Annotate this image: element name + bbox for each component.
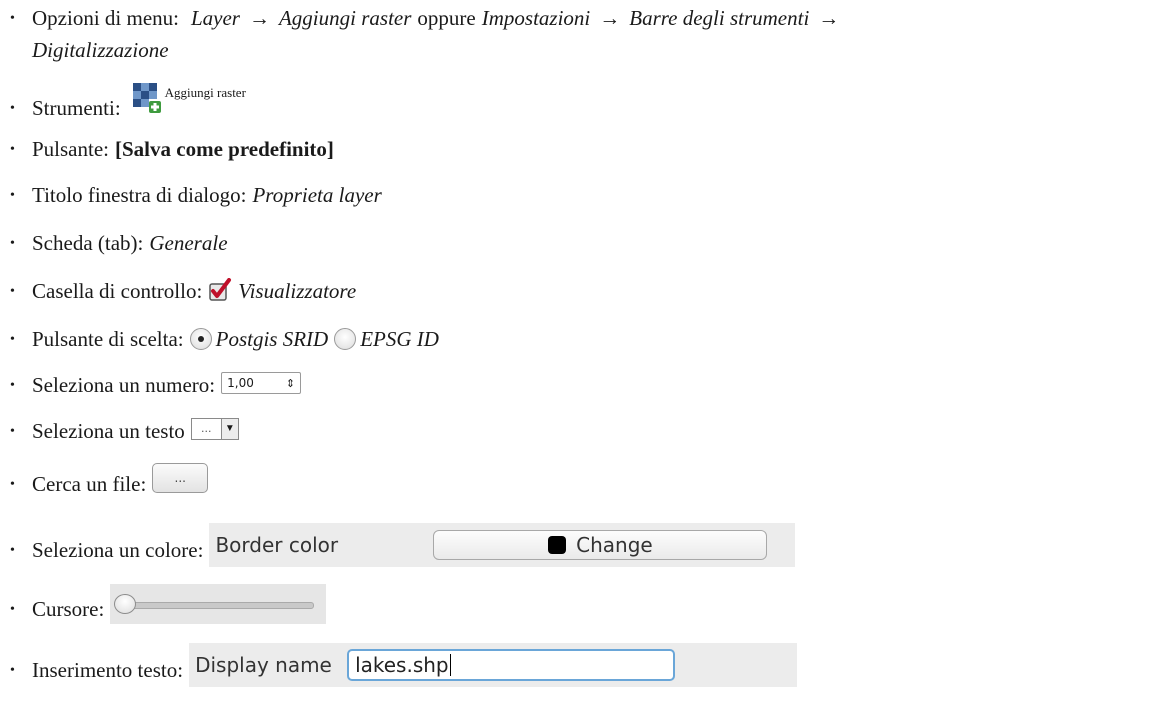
add-raster-icon[interactable]: [127, 81, 161, 115]
change-color-button[interactable]: Change: [433, 530, 768, 560]
number-spinbox[interactable]: 1,00 ⇕: [221, 372, 302, 394]
color-label: Seleziona un colore:: [32, 538, 204, 562]
list-item-file: • Cerca un file: ...: [10, 463, 209, 497]
radio-postgis-srid[interactable]: [189, 328, 212, 350]
radio-option-1: Postgis SRID: [215, 327, 329, 351]
checkbox-text: Visualizzatore: [238, 279, 357, 303]
browse-file-button[interactable]: ...: [152, 463, 209, 493]
radio-epsg-id[interactable]: [334, 328, 357, 350]
arrow: →: [599, 6, 621, 30]
list-item-tools: • Strumenti: Aggiungi raster: [10, 83, 246, 121]
menu-or: oppure: [417, 6, 476, 30]
bullet: •: [10, 602, 15, 617]
dialog-title: Proprieta layer: [252, 183, 382, 207]
save-default-button[interactable]: [Salva come predefinito]: [115, 137, 334, 162]
bullet: •: [10, 284, 15, 299]
color-widget: Border color Change: [209, 523, 796, 567]
list-item-menu-cont: Digitalizzazione: [32, 38, 169, 63]
bullet: •: [10, 11, 15, 26]
list-item-button: • Pulsante: [Salva come predefinito]: [10, 137, 334, 162]
list-item-menu: • Opzioni di menu: Layer → Aggiungi rast…: [10, 6, 848, 31]
slider[interactable]: [110, 584, 327, 624]
display-name-input[interactable]: lakes.shp: [347, 649, 676, 681]
slider-handle[interactable]: [114, 594, 137, 614]
radio-label: Pulsante di scelta:: [32, 327, 184, 351]
spin-arrows-icon[interactable]: ⇕: [286, 377, 295, 390]
file-label: Cerca un file:: [32, 472, 147, 496]
list-item-text-select: • Seleziona un testo ... ▼: [10, 418, 239, 444]
slider-label: Cursore:: [32, 597, 105, 621]
list-item-slider: • Cursore:: [10, 582, 327, 624]
text-combobox[interactable]: ... ▼: [190, 418, 239, 440]
combobox-value: ...: [191, 419, 222, 439]
display-name-label: Display name: [195, 653, 332, 677]
bullet: •: [10, 477, 15, 492]
number-label: Seleziona un numero:: [32, 373, 216, 397]
menu-path-digitizing: Digitalizzazione: [32, 38, 169, 62]
checkbox-label: Casella di controllo:: [32, 279, 203, 303]
menu-path-layer: Layer: [190, 6, 240, 30]
bullet: •: [10, 663, 15, 678]
menu-path-toolbars: Barre degli strumenti: [629, 6, 810, 30]
list-item-text-input: • Inserimento testo: Display name lakes.…: [10, 639, 798, 687]
tab-general[interactable]: Generale: [149, 231, 227, 256]
border-color-label: Border color: [215, 533, 339, 557]
menu-path-add-raster: Aggiungi raster: [278, 6, 412, 30]
bullet: •: [10, 142, 15, 157]
slider-track[interactable]: [122, 602, 315, 609]
dropdown-arrow-icon[interactable]: ▼: [222, 419, 238, 439]
bullet: •: [10, 543, 15, 558]
list-item-dialog: • Titolo finestra di dialogo: Proprieta …: [10, 183, 382, 208]
bullet: •: [10, 424, 15, 439]
text-input-widget: Display name lakes.shp: [189, 643, 798, 687]
spinbox-value: 1,00: [227, 376, 254, 390]
dialog-label: Titolo finestra di dialogo:: [32, 183, 247, 207]
tool-name: Aggiungi raster: [164, 85, 246, 100]
tools-label: Strumenti:: [32, 96, 121, 120]
color-swatch: [548, 536, 567, 554]
bullet: •: [10, 378, 15, 393]
radio-option-2: EPSG ID: [360, 327, 439, 351]
change-button-label: Change: [576, 533, 653, 557]
arrow: →: [248, 6, 270, 30]
list-item-color: • Seleziona un colore: Border color Chan…: [10, 519, 796, 567]
bullet: •: [10, 236, 15, 251]
text-select-label: Seleziona un testo: [32, 419, 185, 443]
bullet: •: [10, 188, 15, 203]
tab-label: Scheda (tab):: [32, 231, 144, 255]
viewer-checkbox[interactable]: [208, 278, 232, 302]
menu-label: Opzioni di menu:: [32, 6, 179, 30]
list-item-checkbox: • Casella di controllo: Visualizzatore: [10, 278, 357, 304]
arrow: →: [818, 6, 840, 30]
list-item-number: • Seleziona un numero: 1,00 ⇕: [10, 372, 302, 398]
list-item-radio: • Pulsante di scelta: Postgis SRID EPSG …: [10, 327, 439, 352]
bullet: •: [10, 332, 15, 347]
list-item-tab: • Scheda (tab): Generale: [10, 231, 228, 256]
input-value: lakes.shp: [355, 653, 449, 677]
menu-path-settings: Impostazioni: [481, 6, 591, 30]
button-label: Pulsante:: [32, 137, 109, 161]
text-caret: [449, 654, 451, 676]
text-input-label: Inserimento testo:: [32, 658, 184, 682]
bullet: •: [10, 101, 15, 116]
radio-selected-dot: [197, 336, 204, 342]
